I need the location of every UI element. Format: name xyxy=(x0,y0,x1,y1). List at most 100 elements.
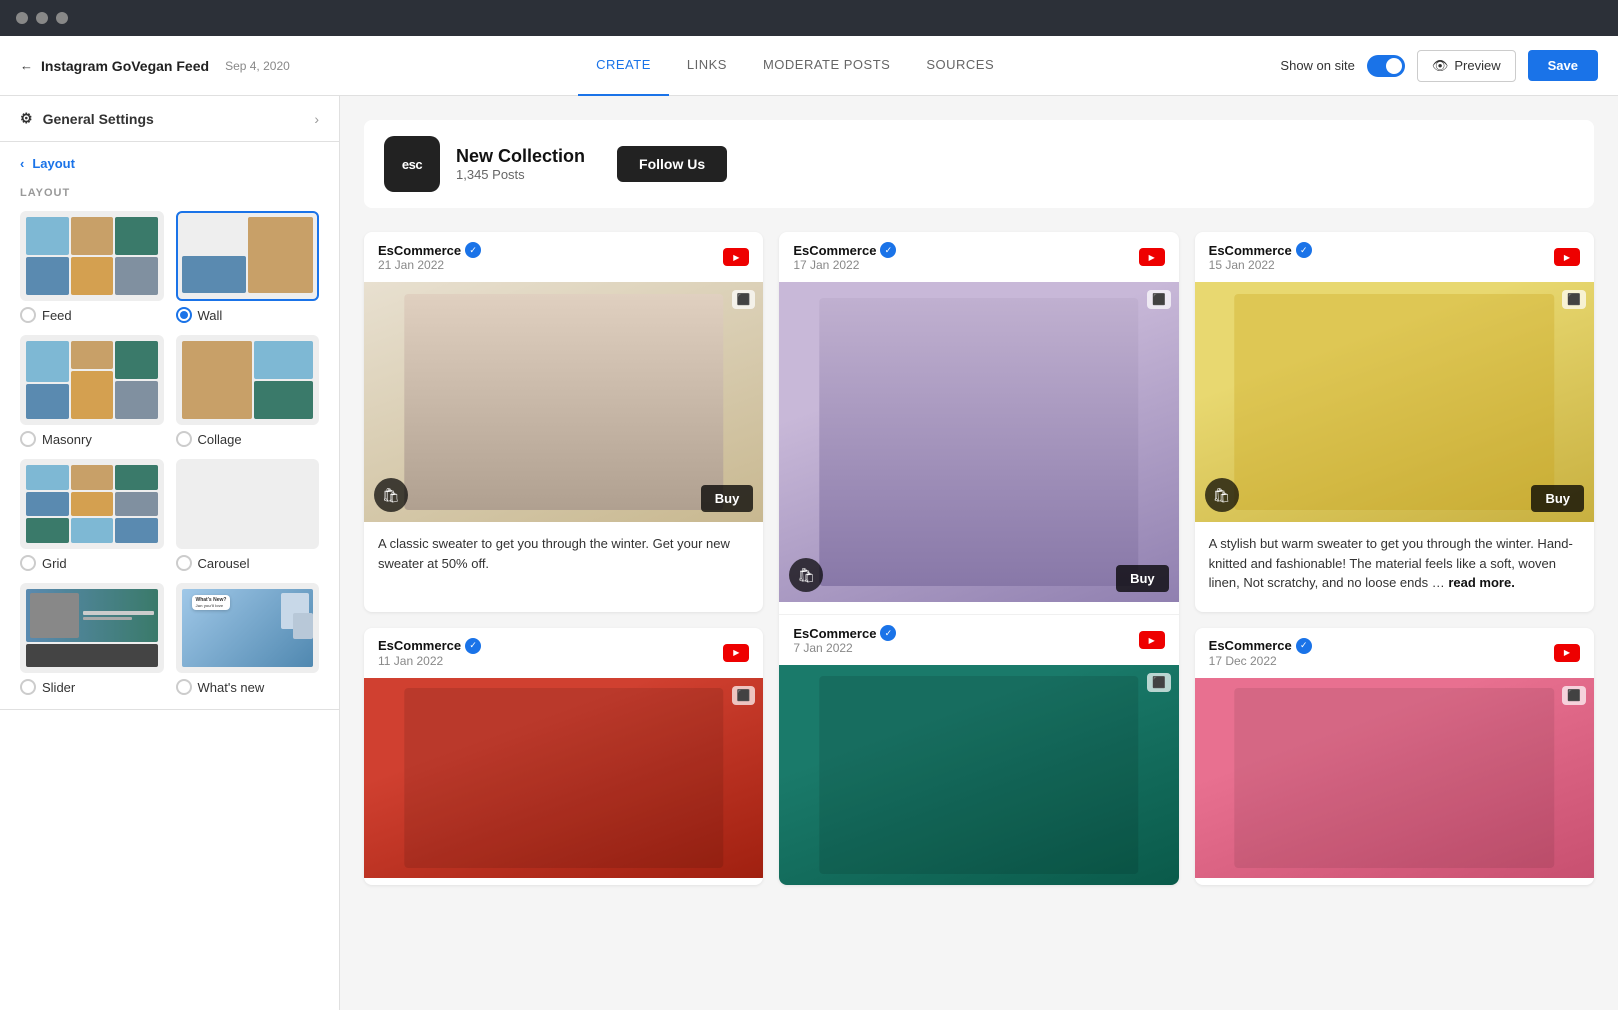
post-author-6: EsCommerce ✓ 17 Dec 2022 xyxy=(1209,638,1312,668)
post-author-2b: EsCommerce ✓ 7 Jan 2022 xyxy=(793,625,896,655)
radio-masonry xyxy=(20,431,36,447)
verified-badge-2: ✓ xyxy=(880,242,896,258)
buy-button-2[interactable]: Buy xyxy=(1116,565,1169,592)
topnav: ← Instagram GoVegan Feed Sep 4, 2020 CRE… xyxy=(0,36,1618,96)
layout-item-collage[interactable]: Collage xyxy=(176,335,320,447)
feed-date: Sep 4, 2020 xyxy=(225,59,290,73)
shop-icon-3[interactable]: 🛍 xyxy=(1205,478,1239,512)
youtube-icon-2b: ▶ xyxy=(1139,631,1165,649)
youtube-icon-1: ▶ xyxy=(723,248,749,266)
post-image-1: ⬛ 🛍 Buy xyxy=(364,282,763,522)
post-image-2b: ⬛ xyxy=(779,665,1178,885)
feed-title: Instagram GoVegan Feed xyxy=(41,58,209,74)
verified-badge-2b: ✓ xyxy=(880,625,896,641)
sidebar: ⚙ General Settings › ‹ Layout LAYOUT xyxy=(0,96,340,1010)
post-header-3: EsCommerce ✓ 15 Jan 2022 ▶ xyxy=(1195,232,1594,282)
layout-thumb-slider xyxy=(20,583,164,673)
post-card-2-inner: EsCommerce ✓ 17 Jan 2022 ▶ ⬛ 🛍 xyxy=(779,232,1178,885)
post-card-4: EsCommerce ✓ 11 Jan 2022 ▶ ⬛ xyxy=(364,628,763,885)
post-card-1: EsCommerce ✓ 21 Jan 2022 ▶ ⬛ 🛍 Buy xyxy=(364,232,763,612)
titlebar xyxy=(0,0,1618,36)
layout-section-title: LAYOUT xyxy=(20,187,319,199)
buy-button-1[interactable]: Buy xyxy=(701,485,754,512)
layout-thumb-masonry xyxy=(20,335,164,425)
shop-icon-2[interactable]: 🛍 xyxy=(789,558,823,592)
radio-grid xyxy=(20,555,36,571)
general-settings-section[interactable]: ⚙ General Settings › xyxy=(0,96,339,142)
post-date-2b: 7 Jan 2022 xyxy=(793,641,896,655)
layout-item-wall[interactable]: Wall xyxy=(176,211,320,323)
radio-collage xyxy=(176,431,192,447)
layout-label-wall: Wall xyxy=(198,308,223,323)
layout-item-slider[interactable]: Slider xyxy=(20,583,164,695)
show-site-toggle[interactable] xyxy=(1367,55,1405,77)
author-name-4: EsCommerce xyxy=(378,638,461,653)
verified-badge-3: ✓ xyxy=(1296,242,1312,258)
buy-button-3[interactable]: Buy xyxy=(1531,485,1584,512)
profile-name: New Collection xyxy=(456,146,585,167)
profile-avatar: esc xyxy=(384,136,440,192)
layout-thumb-whats-new: What's New? Jun you'll love xyxy=(176,583,320,673)
layout-label-masonry: Masonry xyxy=(42,432,92,447)
layout-item-feed[interactable]: Feed xyxy=(20,211,164,323)
post-header-2b: EsCommerce ✓ 7 Jan 2022 ▶ xyxy=(779,614,1178,665)
post-image-3: ⬛ 🛍 Buy xyxy=(1195,282,1594,522)
layout-nav-item[interactable]: ‹ Layout xyxy=(20,156,319,171)
show-site-label: Show on site xyxy=(1280,58,1354,73)
save-button[interactable]: Save xyxy=(1528,50,1598,81)
layout-thumb-carousel xyxy=(176,459,320,549)
radio-feed xyxy=(20,307,36,323)
camera-icon-2b: ⬛ xyxy=(1147,673,1171,692)
back-button[interactable]: ← Instagram GoVegan Feed Sep 4, 2020 xyxy=(20,58,290,74)
shop-icon-1[interactable]: 🛍 xyxy=(374,478,408,512)
follow-button[interactable]: Follow Us xyxy=(617,146,727,182)
author-name-3: EsCommerce xyxy=(1209,243,1292,258)
profile-posts: 1,345 Posts xyxy=(456,167,585,182)
youtube-icon-4: ▶ xyxy=(723,644,749,662)
layout-item-grid[interactable]: Grid xyxy=(20,459,164,571)
radio-slider xyxy=(20,679,36,695)
profile-info: New Collection 1,345 Posts xyxy=(456,146,585,182)
layout-item-whats-new[interactable]: What's New? Jun you'll love What's new xyxy=(176,583,320,695)
post-date-3: 15 Jan 2022 xyxy=(1209,258,1312,272)
post-overlay-3: 🛍 Buy xyxy=(1195,468,1594,522)
camera-icon-3: ⬛ xyxy=(1562,290,1586,309)
post-card-6: EsCommerce ✓ 17 Dec 2022 ▶ ⬛ xyxy=(1195,628,1594,885)
content-area: esc New Collection 1,345 Posts Follow Us… xyxy=(340,96,1618,1010)
post-date-4: 11 Jan 2022 xyxy=(378,654,481,668)
tab-create[interactable]: CREATE xyxy=(578,36,669,96)
author-name-1: EsCommerce xyxy=(378,243,461,258)
preview-button[interactable]: 👁 Preview xyxy=(1417,50,1516,82)
profile-header: esc New Collection 1,345 Posts Follow Us xyxy=(364,120,1594,208)
youtube-icon-6: ▶ xyxy=(1554,644,1580,662)
posts-grid: EsCommerce ✓ 21 Jan 2022 ▶ ⬛ 🛍 Buy xyxy=(364,232,1594,885)
post-date-1: 21 Jan 2022 xyxy=(378,258,481,272)
youtube-icon-2: ▶ xyxy=(1139,248,1165,266)
tab-moderate[interactable]: MODERATE POSTS xyxy=(745,36,908,96)
author-name-2b: EsCommerce xyxy=(793,626,876,641)
post-overlay-1: 🛍 Buy xyxy=(364,468,763,522)
layout-item-carousel[interactable]: Carousel xyxy=(176,459,320,571)
tab-sources[interactable]: SOURCES xyxy=(908,36,1012,96)
gear-icon: ⚙ xyxy=(20,110,33,127)
post-header-4: EsCommerce ✓ 11 Jan 2022 ▶ xyxy=(364,628,763,678)
eye-icon: 👁 xyxy=(1432,58,1449,74)
topnav-right: Show on site 👁 Preview Save xyxy=(1280,50,1598,82)
verified-badge-6: ✓ xyxy=(1296,638,1312,654)
nav-tabs: CREATE LINKS MODERATE POSTS SOURCES xyxy=(578,36,1012,96)
author-name-2: EsCommerce xyxy=(793,243,876,258)
layout-label-feed: Feed xyxy=(42,308,72,323)
verified-badge-4: ✓ xyxy=(465,638,481,654)
layout-thumb-wall xyxy=(176,211,320,301)
camera-icon-2: ⬛ xyxy=(1147,290,1171,309)
author-name-6: EsCommerce xyxy=(1209,638,1292,653)
layout-section: ‹ Layout LAYOUT xyxy=(0,142,339,710)
layout-thumb-grid xyxy=(20,459,164,549)
layout-label-carousel: Carousel xyxy=(198,556,250,571)
general-settings-label: ⚙ General Settings xyxy=(20,110,154,127)
layout-item-masonry[interactable]: Masonry xyxy=(20,335,164,447)
read-more-3[interactable]: read more. xyxy=(1448,575,1514,590)
tab-links[interactable]: LINKS xyxy=(669,36,745,96)
camera-icon-6: ⬛ xyxy=(1562,686,1586,705)
camera-icon-4: ⬛ xyxy=(732,686,756,705)
